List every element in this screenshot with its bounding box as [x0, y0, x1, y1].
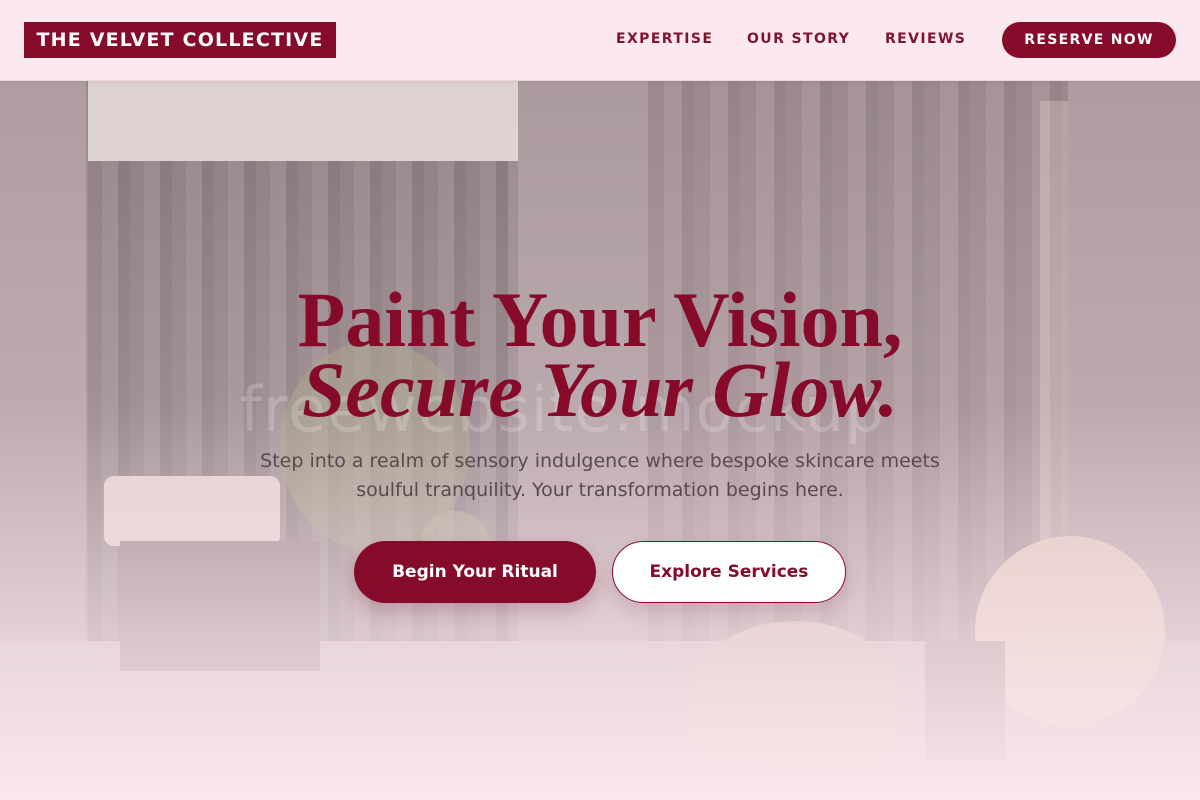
site-header: THE VELVET COLLECTIVE EXPERTISE OUR STOR… [0, 0, 1200, 81]
reserve-now-button[interactable]: RESERVE NOW [1002, 22, 1176, 58]
hero-section: freewebsite.mockup Paint Your Vision, Se… [0, 81, 1200, 800]
hero-headline-line-2: Secure Your Glow. [302, 346, 898, 433]
explore-services-button[interactable]: Explore Services [612, 541, 846, 603]
nav-link-expertise[interactable]: EXPERTISE [616, 31, 713, 47]
nav-link-reviews[interactable]: REVIEWS [885, 31, 966, 47]
begin-ritual-button[interactable]: Begin Your Ritual [354, 541, 596, 603]
brand-logo[interactable]: THE VELVET COLLECTIVE [24, 22, 336, 58]
hero-subtitle: Step into a realm of sensory indulgence … [260, 450, 940, 501]
nav-link-our-story[interactable]: OUR STORY [747, 31, 850, 47]
